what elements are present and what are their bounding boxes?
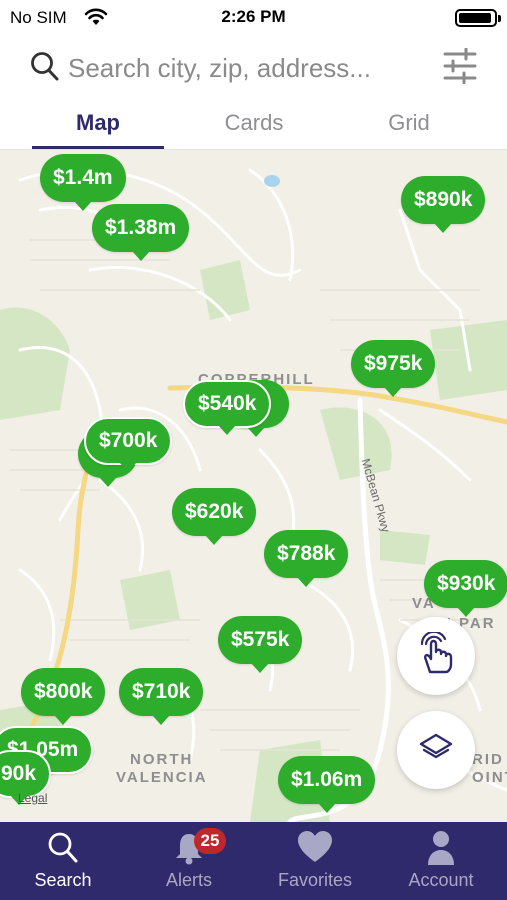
price-pin[interactable]: $890k bbox=[401, 176, 486, 233]
hand-pointer-icon bbox=[416, 630, 456, 681]
price-pin[interactable]: $1.06m bbox=[278, 756, 376, 813]
tab-favorites-label: Favorites bbox=[277, 870, 353, 890]
tab-account[interactable]: Account bbox=[378, 822, 504, 900]
filter-icon[interactable] bbox=[443, 47, 477, 89]
price-pin[interactable]: $540k bbox=[183, 380, 272, 435]
price-pin[interactable]: $620k bbox=[172, 488, 257, 545]
tab-account-label: Account bbox=[408, 870, 474, 890]
area-label-north: NORTH bbox=[130, 751, 194, 768]
clock: 2:26 PM bbox=[221, 7, 286, 26]
alerts-badge: 25 bbox=[194, 828, 226, 854]
tab-favorites[interactable]: Favorites bbox=[252, 822, 378, 900]
battery-icon bbox=[455, 9, 501, 27]
price-pin[interactable]: $800k bbox=[21, 668, 106, 725]
price-pin[interactable]: $975k bbox=[351, 340, 436, 397]
area-label-valencia: VALENCIA bbox=[116, 769, 208, 786]
price-pin[interactable]: $710k bbox=[119, 668, 204, 725]
search-icon bbox=[30, 50, 60, 89]
map-view[interactable]: COPPERHILL NORTH VALENCIA VA N PAR RID O… bbox=[0, 150, 507, 822]
map-layers-button[interactable] bbox=[397, 711, 475, 789]
area-label-rid: RID bbox=[472, 751, 504, 768]
search-input[interactable] bbox=[68, 50, 428, 86]
price-pin[interactable]: $575k bbox=[218, 616, 303, 673]
view-tabs: Map Cards Grid bbox=[0, 100, 507, 150]
status-bar: No SIM 2:26 PM bbox=[0, 0, 507, 36]
search-bar bbox=[0, 36, 507, 100]
draw-mode-button[interactable] bbox=[397, 617, 475, 695]
tab-cards[interactable]: Cards bbox=[188, 110, 320, 136]
legal-link[interactable]: Legal bbox=[18, 791, 47, 805]
tab-search-label: Search bbox=[34, 870, 92, 890]
bottom-tab-bar: Search 25 Alerts Favorites Account bbox=[0, 822, 507, 900]
price-pin[interactable]: $700k bbox=[84, 417, 173, 472]
price-pin[interactable]: $1.4m bbox=[40, 154, 126, 211]
search-icon bbox=[0, 830, 126, 866]
price-pin[interactable]: $1.38m bbox=[92, 204, 190, 261]
price-pin[interactable]: $788k bbox=[264, 530, 349, 587]
tab-underline bbox=[32, 146, 164, 149]
tab-grid[interactable]: Grid bbox=[343, 110, 475, 136]
price-pin[interactable]: $930k bbox=[424, 560, 507, 617]
layers-icon bbox=[419, 733, 453, 768]
area-label-oint: OINT bbox=[472, 769, 507, 786]
tab-alerts-label: Alerts bbox=[165, 870, 212, 890]
tab-search[interactable]: Search bbox=[0, 822, 126, 900]
tab-map[interactable]: Map bbox=[32, 110, 164, 136]
heart-icon bbox=[252, 830, 378, 866]
tab-alerts[interactable]: 25 Alerts bbox=[126, 822, 252, 900]
person-icon bbox=[378, 830, 504, 866]
bell-icon bbox=[126, 830, 252, 866]
